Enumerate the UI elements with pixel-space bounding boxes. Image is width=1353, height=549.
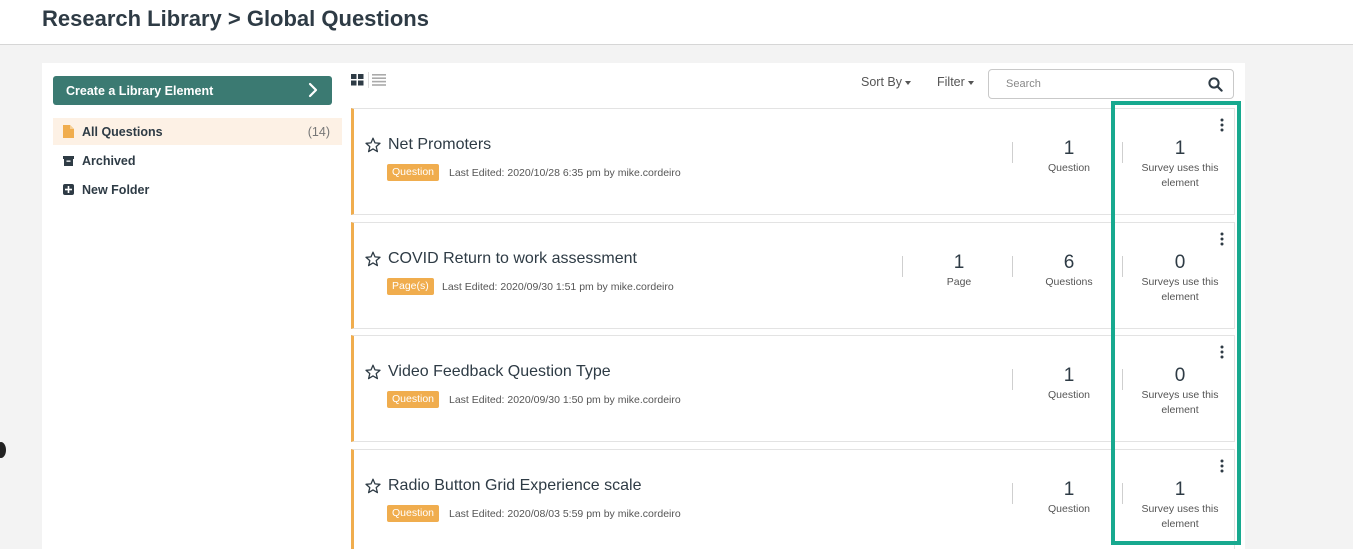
- plus-square-icon: [63, 184, 74, 195]
- sidebar-item-label: New Folder: [82, 182, 150, 197]
- stat-number: 0: [1174, 365, 1186, 386]
- filter-label: Filter: [937, 75, 965, 89]
- stat-divider: [1122, 142, 1123, 163]
- library-row[interactable]: Net Promoters Question Last Edited: 2020…: [351, 108, 1235, 215]
- sidebar-item-label: All Questions: [82, 124, 163, 139]
- scroll-handle[interactable]: [0, 442, 6, 458]
- survey-usage-count: 1 Survey uses this element: [1130, 478, 1230, 532]
- sidebar-item-archived[interactable]: Archived: [53, 147, 342, 174]
- stat-divider: [1122, 256, 1123, 277]
- survey-usage-count: 1 Survey uses this element: [1130, 137, 1230, 191]
- question-count: 1 Question: [1019, 364, 1119, 403]
- stat-number: 1: [1063, 365, 1075, 386]
- question-count: 1 Question: [1019, 478, 1119, 517]
- stat-divider: [1122, 369, 1123, 390]
- stat-label: Page: [946, 276, 972, 288]
- stat-label: Question: [1047, 162, 1091, 174]
- sidebar-item-label: Archived: [82, 153, 136, 168]
- caret-down-icon: [967, 80, 974, 85]
- chevron-right-icon: [308, 82, 318, 98]
- sidebar-item-count: (14): [307, 124, 330, 139]
- list-view-icon[interactable]: [372, 74, 386, 86]
- sort-by-label: Sort By: [861, 75, 902, 89]
- search-box: [988, 69, 1234, 99]
- stat-divider: [1012, 483, 1013, 504]
- library-row[interactable]: Video Feedback Question Type Question La…: [351, 335, 1235, 442]
- stat-divider: [1122, 483, 1123, 504]
- stat-label: Survey uses this element: [1141, 503, 1219, 530]
- caret-down-icon: [905, 80, 911, 85]
- archive-icon: [63, 156, 74, 166]
- stat-label: Survey uses this element: [1141, 162, 1219, 189]
- stat-label: Question: [1047, 389, 1091, 401]
- search-input[interactable]: [989, 70, 1199, 98]
- last-edited-text: Last Edited: 2020/08/03 5:59 pm by mike.…: [449, 508, 681, 520]
- stat-number: 6: [1063, 252, 1075, 273]
- view-toggle-divider: [368, 72, 369, 88]
- row-title[interactable]: Video Feedback Question Type: [388, 363, 611, 381]
- stat-number: 1: [953, 252, 965, 273]
- stat-number: 1: [1063, 138, 1075, 159]
- question-count: 1 Question: [1019, 137, 1119, 176]
- sidebar-item-new-folder[interactable]: New Folder: [53, 176, 342, 203]
- star-icon[interactable]: [365, 251, 381, 267]
- last-edited-text: Last Edited: 2020/09/30 1:51 pm by mike.…: [442, 281, 674, 293]
- library-row[interactable]: COVID Return to work assessment Page(s) …: [351, 222, 1235, 329]
- survey-usage-count: 0 Surveys use this element: [1130, 251, 1230, 305]
- stat-divider: [1012, 256, 1013, 277]
- more-options-icon[interactable]: [1219, 459, 1225, 473]
- stat-number: 1: [1174, 138, 1186, 159]
- stat-divider: [1012, 142, 1013, 163]
- last-edited-text: Last Edited: 2020/10/28 6:35 pm by mike.…: [449, 167, 681, 179]
- stat-divider: [902, 256, 903, 277]
- star-icon[interactable]: [365, 478, 381, 494]
- last-edited-text: Last Edited: 2020/09/30 1:50 pm by mike.…: [449, 394, 681, 406]
- stat-number: 0: [1174, 252, 1186, 273]
- stat-label: Surveys use this element: [1141, 276, 1219, 303]
- grid-view-icon[interactable]: [351, 74, 364, 86]
- create-library-element-button[interactable]: Create a Library Element: [53, 76, 332, 105]
- stat-label: Surveys use this element: [1141, 389, 1219, 416]
- row-title[interactable]: Radio Button Grid Experience scale: [388, 477, 641, 495]
- type-badge: Page(s): [387, 278, 434, 295]
- file-icon: [63, 125, 74, 138]
- row-title[interactable]: Net Promoters: [388, 136, 491, 154]
- more-options-icon[interactable]: [1219, 118, 1225, 132]
- question-count: 6 Questions: [1019, 251, 1119, 290]
- stat-label: Questions: [1045, 276, 1093, 288]
- star-icon[interactable]: [365, 364, 381, 380]
- sidebar-item-all-questions[interactable]: All Questions (14): [53, 118, 342, 145]
- page-title: Research Library > Global Questions: [42, 6, 429, 31]
- stat-number: 1: [1174, 479, 1186, 500]
- stat-label: Question: [1047, 503, 1091, 515]
- sort-by-dropdown[interactable]: Sort By: [861, 75, 911, 89]
- survey-usage-count: 0 Surveys use this element: [1130, 364, 1230, 418]
- type-badge: Question: [387, 391, 440, 408]
- stat-divider: [1012, 369, 1013, 390]
- row-title[interactable]: COVID Return to work assessment: [388, 250, 637, 268]
- search-icon[interactable]: [1208, 77, 1223, 92]
- star-icon[interactable]: [365, 137, 381, 153]
- more-options-icon[interactable]: [1219, 232, 1225, 246]
- library-row[interactable]: Radio Button Grid Experience scale Quest…: [351, 449, 1235, 549]
- type-badge: Question: [387, 505, 440, 522]
- stat-number: 1: [1063, 479, 1075, 500]
- page-count: 1 Page: [909, 251, 1009, 290]
- type-badge: Question: [387, 164, 440, 181]
- more-options-icon[interactable]: [1219, 345, 1225, 359]
- filter-dropdown[interactable]: Filter: [937, 75, 974, 89]
- create-button-label: Create a Library Element: [66, 83, 214, 98]
- top-bar: Research Library > Global Questions: [0, 0, 1353, 45]
